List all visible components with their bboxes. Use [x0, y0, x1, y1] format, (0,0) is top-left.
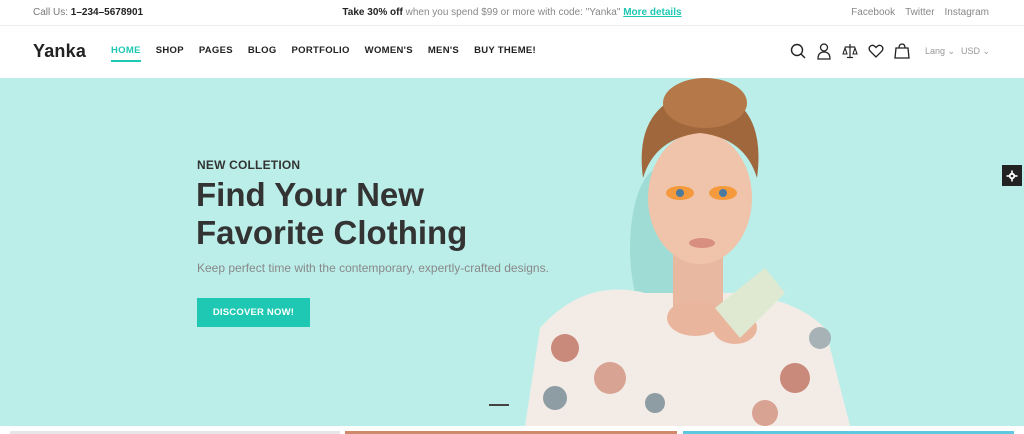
nav-blog[interactable]: BLOG	[248, 45, 277, 62]
header-icons	[790, 42, 910, 60]
top-bar: Call Us: 1–234–5678901 Take 30% off when…	[0, 0, 1024, 26]
nav-portfolio[interactable]: PORTFOLIO	[292, 45, 350, 62]
promo-bold: Take 30% off	[342, 7, 403, 18]
currency-selector[interactable]: USD ⌄	[961, 46, 990, 57]
hero-headline-line1: Find Your New	[196, 176, 424, 213]
discover-now-button[interactable]: DISCOVER NOW!	[197, 298, 310, 327]
chevron-down-icon: ⌄	[947, 46, 956, 56]
promo-details-link[interactable]: More details	[623, 7, 681, 18]
currency-label: USD	[961, 46, 981, 56]
twitter-link[interactable]: Twitter	[905, 7, 934, 18]
promo-text: when you spend $99 or more with code: "Y…	[405, 7, 621, 18]
nav-shop[interactable]: SHOP	[156, 45, 184, 62]
main-header: Yanka HOME SHOP PAGES BLOG PORTFOLIO WOM…	[0, 26, 1024, 78]
nav-buy-theme[interactable]: BUY THEME!	[474, 45, 536, 62]
facebook-link[interactable]: Facebook	[851, 7, 895, 18]
nav-mens[interactable]: MEN'S	[428, 45, 459, 62]
hero-kicker: NEW COLLETION	[197, 158, 301, 172]
gear-icon	[1006, 170, 1018, 181]
hero-slider: NEW COLLETION Find Your New Favorite Clo…	[0, 78, 1024, 426]
search-icon[interactable]	[790, 42, 806, 60]
hero-model-image	[525, 78, 850, 426]
user-icon[interactable]	[816, 42, 832, 60]
nav-pages[interactable]: PAGES	[199, 45, 233, 62]
hero-headline-line2: Favorite Clothing	[196, 214, 468, 251]
compare-icon[interactable]	[842, 42, 858, 60]
nav-home[interactable]: HOME	[111, 45, 141, 62]
language-label: Lang	[925, 46, 946, 56]
bag-icon[interactable]	[894, 42, 910, 60]
hero-subtext: Keep perfect time with the contemporary,…	[197, 261, 549, 275]
instagram-link[interactable]: Instagram	[945, 7, 989, 18]
language-selector[interactable]: Lang ⌄	[925, 46, 955, 57]
social-links: Facebook Twitter Instagram	[851, 7, 989, 18]
site-logo[interactable]: Yanka	[33, 41, 86, 62]
slider-indicator[interactable]	[489, 404, 509, 406]
heart-icon[interactable]	[868, 42, 884, 60]
settings-toggle[interactable]	[1002, 165, 1022, 186]
main-nav: HOME SHOP PAGES BLOG PORTFOLIO WOMEN'S M…	[111, 45, 536, 62]
nav-womens[interactable]: WOMEN'S	[365, 45, 413, 62]
chevron-down-icon: ⌄	[982, 46, 991, 56]
